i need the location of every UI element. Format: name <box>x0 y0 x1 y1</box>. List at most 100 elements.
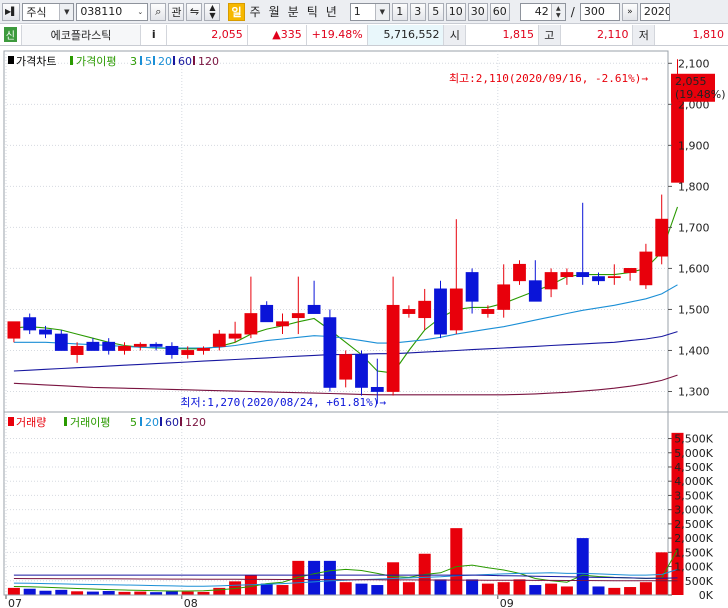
panel-toggle-icon[interactable]: ▶▌ <box>2 2 21 21</box>
volume-bar <box>592 586 605 595</box>
candle-body <box>513 263 526 282</box>
candle-body <box>592 276 605 282</box>
low-label: 저 <box>633 24 656 45</box>
current-price-tag-value: 2,055 <box>675 75 707 88</box>
market-select[interactable]: 주식 ▼ <box>22 2 75 21</box>
candle-body <box>434 288 447 335</box>
volume-bar <box>339 582 352 595</box>
legend-ma60[interactable]: 60 <box>178 55 192 68</box>
legend-ma5[interactable]: 5 <box>145 55 152 68</box>
legend-vma60[interactable]: 60 <box>165 416 179 429</box>
volume-tick-label: 5,000K <box>674 447 713 460</box>
quick-interval-30[interactable]: 30 <box>467 2 488 21</box>
period-week-button[interactable]: 주 <box>247 3 264 20</box>
search-icon[interactable]: ⌕ <box>150 2 167 21</box>
candle-body <box>54 333 68 351</box>
candle-body <box>39 329 52 335</box>
candle-body <box>449 288 463 331</box>
candle-body <box>370 386 384 392</box>
current-price: 2,055 <box>167 24 248 45</box>
price-change: ▲335 <box>248 24 307 45</box>
price-tick-label: 1,700 <box>678 221 710 234</box>
quick-interval-60[interactable]: 60 <box>489 2 510 21</box>
legend-ma120[interactable]: 120 <box>198 55 219 68</box>
price-tick-label: 2,100 <box>678 57 710 70</box>
quick-interval-1[interactable]: 1 <box>391 2 408 21</box>
volume-bar <box>71 591 84 595</box>
legend-price-ma[interactable]: 가격이평 <box>76 55 116 68</box>
legend-vma5[interactable]: 5 <box>130 416 137 429</box>
current-price-tag-pct: (19.48%) <box>675 88 726 101</box>
legend-volume[interactable]: 거래량 <box>16 416 46 429</box>
volume-bar <box>55 589 68 595</box>
high-price: 2,110 <box>561 24 634 45</box>
volume-tick-label: 4,000K <box>674 475 713 488</box>
legend-marker <box>180 417 182 426</box>
period-minute-button[interactable]: 분 <box>285 3 302 20</box>
volume-bar <box>624 587 637 595</box>
volume-tick-label: 2,000K <box>674 532 713 545</box>
chevron-down-icon[interactable]: ⌄ <box>133 3 148 20</box>
stock-name: 에코플라스틱 <box>21 24 142 45</box>
volume-bar <box>529 585 542 595</box>
candle-body <box>212 333 226 347</box>
legend-marker <box>8 56 14 64</box>
candle-body <box>355 354 368 388</box>
trade-volume: 5,716,552 <box>367 24 445 45</box>
candle-body <box>402 309 416 314</box>
open-label: 시 <box>444 24 467 45</box>
count-stepper[interactable]: 42 ▲ ▼ <box>519 2 566 21</box>
interval-select-value: 1 <box>353 5 361 18</box>
candle-body <box>228 333 242 339</box>
volume-tick-label: 3,500K <box>674 489 713 502</box>
legend-marker <box>153 56 155 65</box>
period-month-button[interactable]: 월 <box>266 3 283 20</box>
stock-chart[interactable]: 1,300 1,400 1,500 1,600 1,700 1,800 1,900 2,000… <box>0 46 728 608</box>
period-tick-button[interactable]: 틱 <box>304 3 321 20</box>
candle-body <box>276 321 289 327</box>
stock-code-input[interactable]: 038110 ⌄ <box>76 2 149 21</box>
legend-vma120[interactable]: 120 <box>185 416 206 429</box>
price-tick-label: 1,900 <box>678 139 710 152</box>
open-price: 1,815 <box>466 24 539 45</box>
candle-body <box>291 313 305 319</box>
price-tick-label: 1,300 <box>678 385 710 398</box>
volume-bar <box>165 591 178 595</box>
volume-bar <box>181 591 194 595</box>
total-count-value: 300 <box>583 5 605 18</box>
legend-marker <box>8 417 14 426</box>
candle-body <box>623 268 637 273</box>
legend-marker <box>64 417 67 426</box>
total-count-input[interactable]: 300 <box>579 2 620 21</box>
volume-bar <box>23 588 36 595</box>
chevron-down-icon[interactable]: ▼ <box>59 3 74 20</box>
toolbar: ▶▌ 주식 ▼ 038110 ⌄ ⌕ 관 ⇋ ▲ ▼ 일 주 월 분 틱 년 1 … <box>0 0 728 24</box>
date-input[interactable]: 2020 <box>639 2 670 21</box>
candle-body <box>23 317 37 331</box>
updown-stepper-icon[interactable]: ▲ ▼ <box>550 3 565 20</box>
volume-bar <box>102 591 115 595</box>
legend-ma3[interactable]: 3 <box>130 55 137 68</box>
updown-stepper-icon[interactable]: ▲ ▼ <box>204 2 221 21</box>
legend-volume-ma[interactable]: 거래이평 <box>70 416 110 429</box>
quick-interval-5[interactable]: 5 <box>427 2 444 21</box>
legend-ma20[interactable]: 20 <box>158 55 172 68</box>
max-price-annotation: 최고:2,110(2020/09/16, -2.61%)→ <box>449 72 648 85</box>
interest-button[interactable]: 관 <box>168 2 185 21</box>
double-arrow-right-icon[interactable]: » <box>621 2 638 21</box>
volume-tick-label: 4,500K <box>674 461 713 474</box>
volume-bar <box>560 586 573 595</box>
link-icon[interactable]: ⇋ <box>186 2 203 21</box>
quick-interval-10[interactable]: 10 <box>445 2 466 21</box>
chevron-down-icon[interactable]: ▼ <box>374 3 389 20</box>
quick-interval-3[interactable]: 3 <box>409 2 426 21</box>
interval-select[interactable]: 1 ▼ <box>349 2 390 21</box>
info-icon[interactable]: i <box>141 24 168 45</box>
period-day-button[interactable]: 일 <box>228 2 245 21</box>
legend-price-chart[interactable]: 가격차트 <box>16 55 56 68</box>
volume-bar <box>434 579 447 595</box>
legend-vma20[interactable]: 20 <box>145 416 159 429</box>
low-price: 1,810 <box>692 28 724 41</box>
volume-bar <box>497 582 510 595</box>
period-year-button[interactable]: 년 <box>323 3 340 20</box>
